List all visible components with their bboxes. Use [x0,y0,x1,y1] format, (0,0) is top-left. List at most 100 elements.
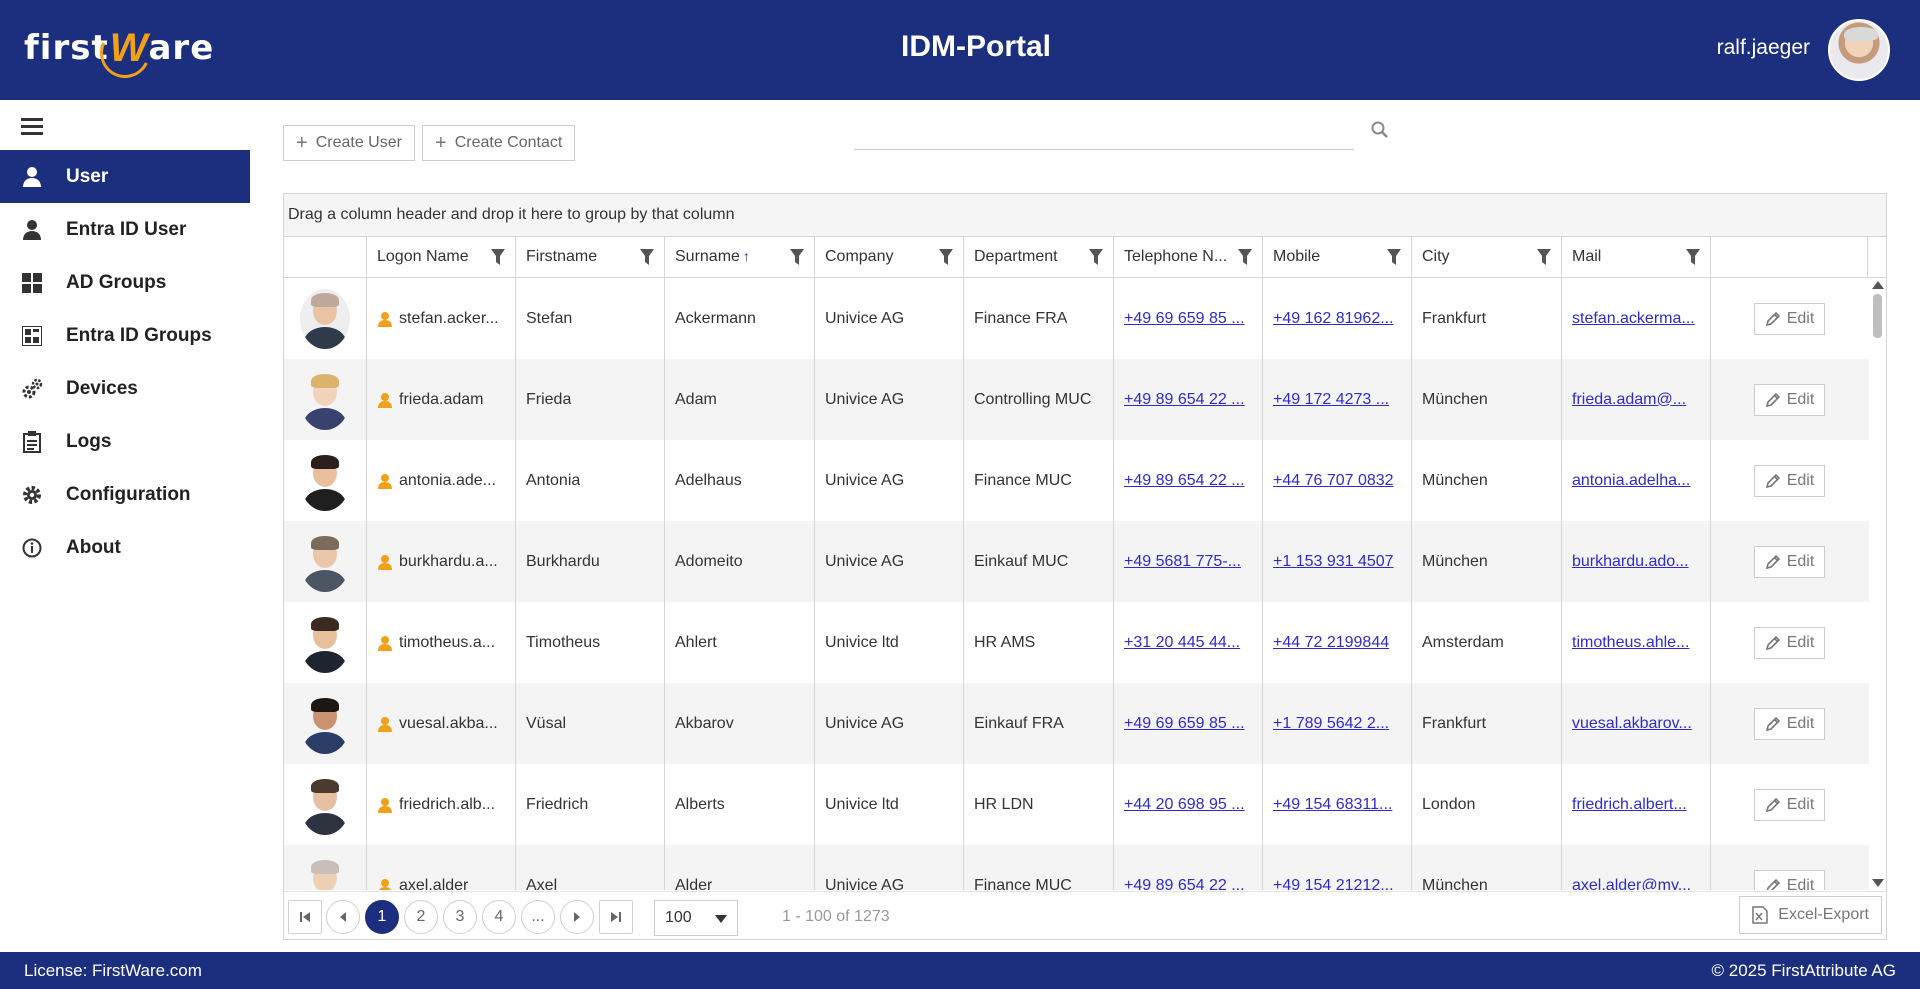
filter-icon[interactable] [1089,249,1103,265]
filter-icon[interactable] [1686,249,1700,265]
user-avatar[interactable] [1828,19,1890,81]
excel-export-button[interactable]: Excel-Export [1739,896,1882,934]
filter-icon[interactable] [790,249,804,265]
actions-cell: Edit [1711,359,1868,440]
sidebar-item-entra-id-groups[interactable]: Entra ID Groups [0,309,250,362]
table-row[interactable]: frieda.adam Frieda Adam Univice AG Controlli… [284,359,1886,440]
mobile-link[interactable]: +44 72 2199844 [1273,634,1401,652]
mail-link[interactable]: vuesal.akbarov... [1572,715,1700,733]
col-surname-header[interactable]: Surname ↑ [665,237,815,277]
app-title: IDM-Portal [901,30,1051,63]
mobile-link[interactable]: +44 76 707 0832 [1273,472,1401,490]
sidebar-item-user[interactable]: User [0,150,250,203]
col-company-header[interactable]: Company [815,237,964,277]
edit-button[interactable]: Edit [1753,707,1826,740]
search-icon[interactable] [1370,120,1392,142]
scroll-down-icon[interactable] [1872,879,1884,887]
table-row[interactable]: friedrich.alb... Friedrich Alberts Univice … [284,764,1886,845]
table-row[interactable]: antonia.ade... Antonia Adelhaus Univice AG F… [284,440,1886,521]
mobile-link[interactable]: +49 154 68311... [1273,796,1401,814]
edit-button[interactable]: Edit [1753,383,1826,416]
telephone-link[interactable]: +49 69 659 85 ... [1124,715,1252,733]
edit-button[interactable]: Edit [1753,302,1826,335]
telephone-link[interactable]: +49 69 659 85 ... [1124,310,1252,328]
sidebar-item-devices[interactable]: Devices [0,362,250,415]
photo-cell [284,764,367,845]
col-firstname-header[interactable]: Firstname [516,237,665,277]
mail-link[interactable]: friedrich.albert... [1572,796,1700,814]
edit-button[interactable]: Edit [1753,464,1826,497]
user-icon [378,716,392,732]
sidebar-item-about[interactable]: About [0,521,250,574]
hamburger-menu-icon[interactable] [21,118,43,138]
create-contact-button[interactable]: + Create Contact [422,125,576,161]
mobile-link[interactable]: +49 162 81962... [1273,310,1401,328]
filter-icon[interactable] [1537,249,1551,265]
telephone-link[interactable]: +44 20 698 95 ... [1124,796,1252,814]
logon-name: frieda.adam [399,390,484,408]
col-department-header[interactable]: Department [964,237,1114,277]
mobile-link[interactable]: +49 154 21212... [1273,877,1401,891]
footer-license[interactable]: License: FirstWare.com [24,961,202,981]
filter-icon[interactable] [1387,249,1401,265]
telephone-link[interactable]: +49 89 654 22 ... [1124,472,1252,490]
col-telephone-header[interactable]: Telephone N... [1114,237,1263,277]
first-page-button[interactable] [288,900,322,934]
mail-link[interactable]: axel.alder@my... [1572,877,1700,891]
more-pages-button[interactable]: ... [521,900,555,934]
mail-link[interactable]: burkhardu.ado... [1572,553,1700,571]
sidebar-item-ad-groups[interactable]: AD Groups [0,256,250,309]
table-row[interactable]: stefan.acker... Stefan Ackermann Univice AG… [284,278,1886,359]
group-drop-area[interactable]: Drag a column header and drop it here to… [284,194,1886,237]
telephone-link[interactable]: +49 89 654 22 ... [1124,391,1252,409]
telephone-link[interactable]: +31 20 445 44... [1124,634,1252,652]
col-city-header[interactable]: City [1412,237,1562,277]
filter-icon[interactable] [939,249,953,265]
page-size-select[interactable]: 100 [654,900,738,936]
page-4-button[interactable]: 4 [482,900,516,934]
telephone-link[interactable]: +49 5681 775-... [1124,553,1252,571]
filter-icon[interactable] [491,249,505,265]
vertical-scrollbar[interactable] [1869,278,1886,890]
table-row[interactable]: vuesal.akba... Vüsal Akbarov Univice AG Eink… [284,683,1886,764]
edit-label: Edit [1786,471,1815,489]
edit-button[interactable]: Edit [1753,869,1826,890]
next-page-button[interactable] [560,900,594,934]
devices-gears-icon [20,377,44,401]
table-row[interactable]: burkhardu.a... Burkhardu Adomeito Univice A… [284,521,1886,602]
last-page-button[interactable] [599,900,633,934]
scroll-thumb[interactable] [1873,294,1882,338]
col-logon-name-header[interactable]: Logon Name [367,237,516,277]
edit-button[interactable]: Edit [1753,545,1826,578]
edit-button[interactable]: Edit [1753,788,1826,821]
filter-icon[interactable] [640,249,654,265]
scroll-up-icon[interactable] [1872,281,1884,289]
search-input[interactable] [854,118,1354,150]
table-row[interactable]: axel.alder Axel Alder Univice AG Finance MUC… [284,845,1886,890]
mail-link[interactable]: frieda.adam@... [1572,391,1700,409]
table-row[interactable]: timotheus.a... Timotheus Ahlert Univice ltd… [284,602,1886,683]
mobile-link[interactable]: +49 172 4273 ... [1273,391,1401,409]
mail-link[interactable]: stefan.ackerma... [1572,310,1700,328]
mobile-link[interactable]: +1 153 931 4507 [1273,553,1401,571]
create-user-button[interactable]: + Create User [283,125,415,161]
page-3-button[interactable]: 3 [443,900,477,934]
edit-button[interactable]: Edit [1753,626,1826,659]
page-2-button[interactable]: 2 [404,900,438,934]
telephone-link[interactable]: +49 89 654 22 ... [1124,877,1252,891]
prev-page-button[interactable] [326,900,360,934]
user-photo [300,612,350,673]
page-1-button[interactable]: 1 [365,900,399,934]
mail-link[interactable]: antonia.adelha... [1572,472,1700,490]
mobile-link[interactable]: +1 789 5642 2... [1273,715,1401,733]
username[interactable]: ralf.jaeger [1717,36,1810,60]
col-mobile-header[interactable]: Mobile [1263,237,1412,277]
col-mail-header[interactable]: Mail [1562,237,1711,277]
mail-link[interactable]: timotheus.ahle... [1572,634,1700,652]
mobile-cell: +44 72 2199844 [1263,602,1412,683]
filter-icon[interactable] [1238,249,1252,265]
col-header-label: Logon Name [377,248,469,265]
sidebar-item-entra-id-user[interactable]: Entra ID User [0,203,250,256]
sidebar-item-configuration[interactable]: Configuration [0,468,250,521]
sidebar-item-logs[interactable]: Logs [0,415,250,468]
